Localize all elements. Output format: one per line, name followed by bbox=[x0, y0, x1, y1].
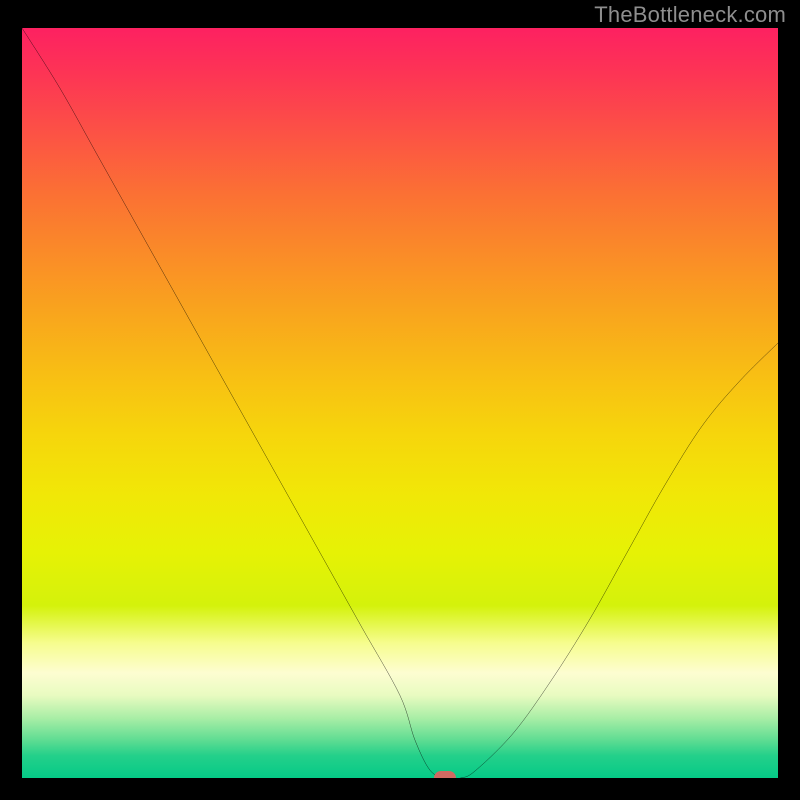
plot-area bbox=[22, 28, 778, 778]
optimal-point-marker bbox=[434, 771, 456, 778]
watermark-text: TheBottleneck.com bbox=[594, 2, 786, 28]
chart-frame: TheBottleneck.com bbox=[0, 0, 800, 800]
bottleneck-curve bbox=[22, 28, 778, 778]
